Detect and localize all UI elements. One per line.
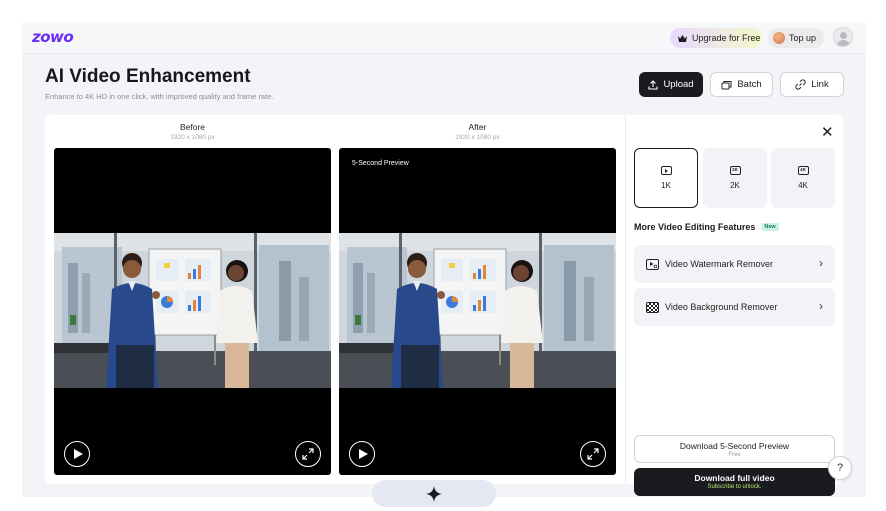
download-full-label: Download full video (694, 473, 775, 483)
video-watermark-icon (646, 258, 659, 270)
after-header: After 1920 x 1080 px (339, 122, 616, 141)
upload-label: Upload (663, 79, 694, 90)
before-expand-button[interactable] (295, 441, 321, 467)
watermark-remover-item[interactable]: Video Watermark Remover › (634, 245, 835, 283)
after-play-button[interactable] (349, 441, 375, 467)
app-logo[interactable]: zowo (32, 28, 74, 46)
after-expand-button[interactable] (580, 441, 606, 467)
resolution-2k[interactable]: 2K 2K (703, 148, 767, 208)
topup-button[interactable]: Top up (768, 28, 824, 48)
download-full-note: Subscribe to unlock. (707, 484, 762, 490)
download-preview-note: Free (728, 452, 741, 458)
avatar[interactable] (833, 27, 853, 47)
help-button[interactable]: ? (828, 456, 852, 480)
top-bar: zowo Upgrade for Free Top up (22, 22, 866, 54)
expand-icon (302, 448, 314, 460)
download-preview-label: Download 5-Second Preview (679, 441, 790, 451)
play-icon (660, 166, 672, 175)
resolution-label: 4K (798, 181, 808, 190)
main-card: Before 1920 x 1080 px After 1920 x 1080 … (45, 115, 843, 496)
resolution-label: 2K (730, 181, 740, 190)
batch-icon (721, 80, 732, 89)
topup-label: Top up (789, 33, 817, 43)
new-badge: New (761, 223, 779, 231)
before-title: Before (179, 122, 206, 132)
video-background-icon (646, 301, 659, 313)
more-features-heading: More Video Editing Features New (634, 222, 779, 232)
resolution-label: 1K (661, 181, 671, 190)
more-features-title: More Video Editing Features (634, 222, 756, 232)
batch-label: Batch (737, 79, 762, 90)
feature-label: Video Watermark Remover (665, 259, 774, 269)
link-button[interactable]: Link (780, 72, 844, 97)
after-video-frame (339, 233, 616, 388)
background-remover-item[interactable]: Video Background Remover › (634, 288, 835, 326)
link-icon (795, 79, 806, 90)
upgrade-button[interactable]: Upgrade for Free (670, 28, 762, 48)
sparkle-icon (426, 485, 442, 502)
upload-button[interactable]: Upload (639, 72, 703, 97)
download-full-button[interactable]: Download full video Subscribe to unlock. (634, 468, 835, 496)
before-play-button[interactable] (64, 441, 90, 467)
crown-icon (678, 34, 687, 42)
coin-icon (773, 32, 785, 44)
preview-tag: 5-Second Preview (352, 160, 409, 167)
upgrade-label: Upgrade for Free (692, 33, 761, 43)
ai-assistant-dock[interactable] (372, 480, 496, 507)
before-video[interactable] (54, 148, 331, 475)
chevron-right-icon: › (819, 299, 823, 313)
batch-button[interactable]: Batch (710, 72, 773, 97)
close-icon[interactable]: ✕ (821, 125, 834, 140)
panel-divider (625, 115, 626, 484)
resolution-1k[interactable]: 1K (634, 148, 698, 208)
expand-icon (587, 448, 599, 460)
after-title: After (468, 122, 487, 132)
chevron-right-icon: › (819, 256, 823, 270)
2k-icon: 2K (729, 166, 741, 175)
resolution-4k[interactable]: 4K 4K (771, 148, 835, 208)
after-resolution: 1920 x 1080 px (455, 134, 500, 141)
page-title: AI Video Enhancement (45, 66, 251, 87)
feature-label: Video Background Remover (665, 302, 778, 312)
4k-icon: 4K (797, 166, 809, 175)
before-resolution: 1920 x 1080 px (170, 134, 215, 141)
app-frame: zowo Upgrade for Free Top up AI Video En… (22, 22, 866, 497)
link-label: Link (811, 79, 829, 90)
before-header: Before 1920 x 1080 px (54, 122, 331, 141)
upload-icon (648, 79, 658, 90)
download-preview-button[interactable]: Download 5-Second Preview Free (634, 435, 835, 463)
after-video[interactable]: 5-Second Preview (339, 148, 616, 475)
page-subtitle: Enhance to 4K HD in one click, with impr… (45, 92, 274, 101)
before-video-frame (54, 233, 331, 388)
